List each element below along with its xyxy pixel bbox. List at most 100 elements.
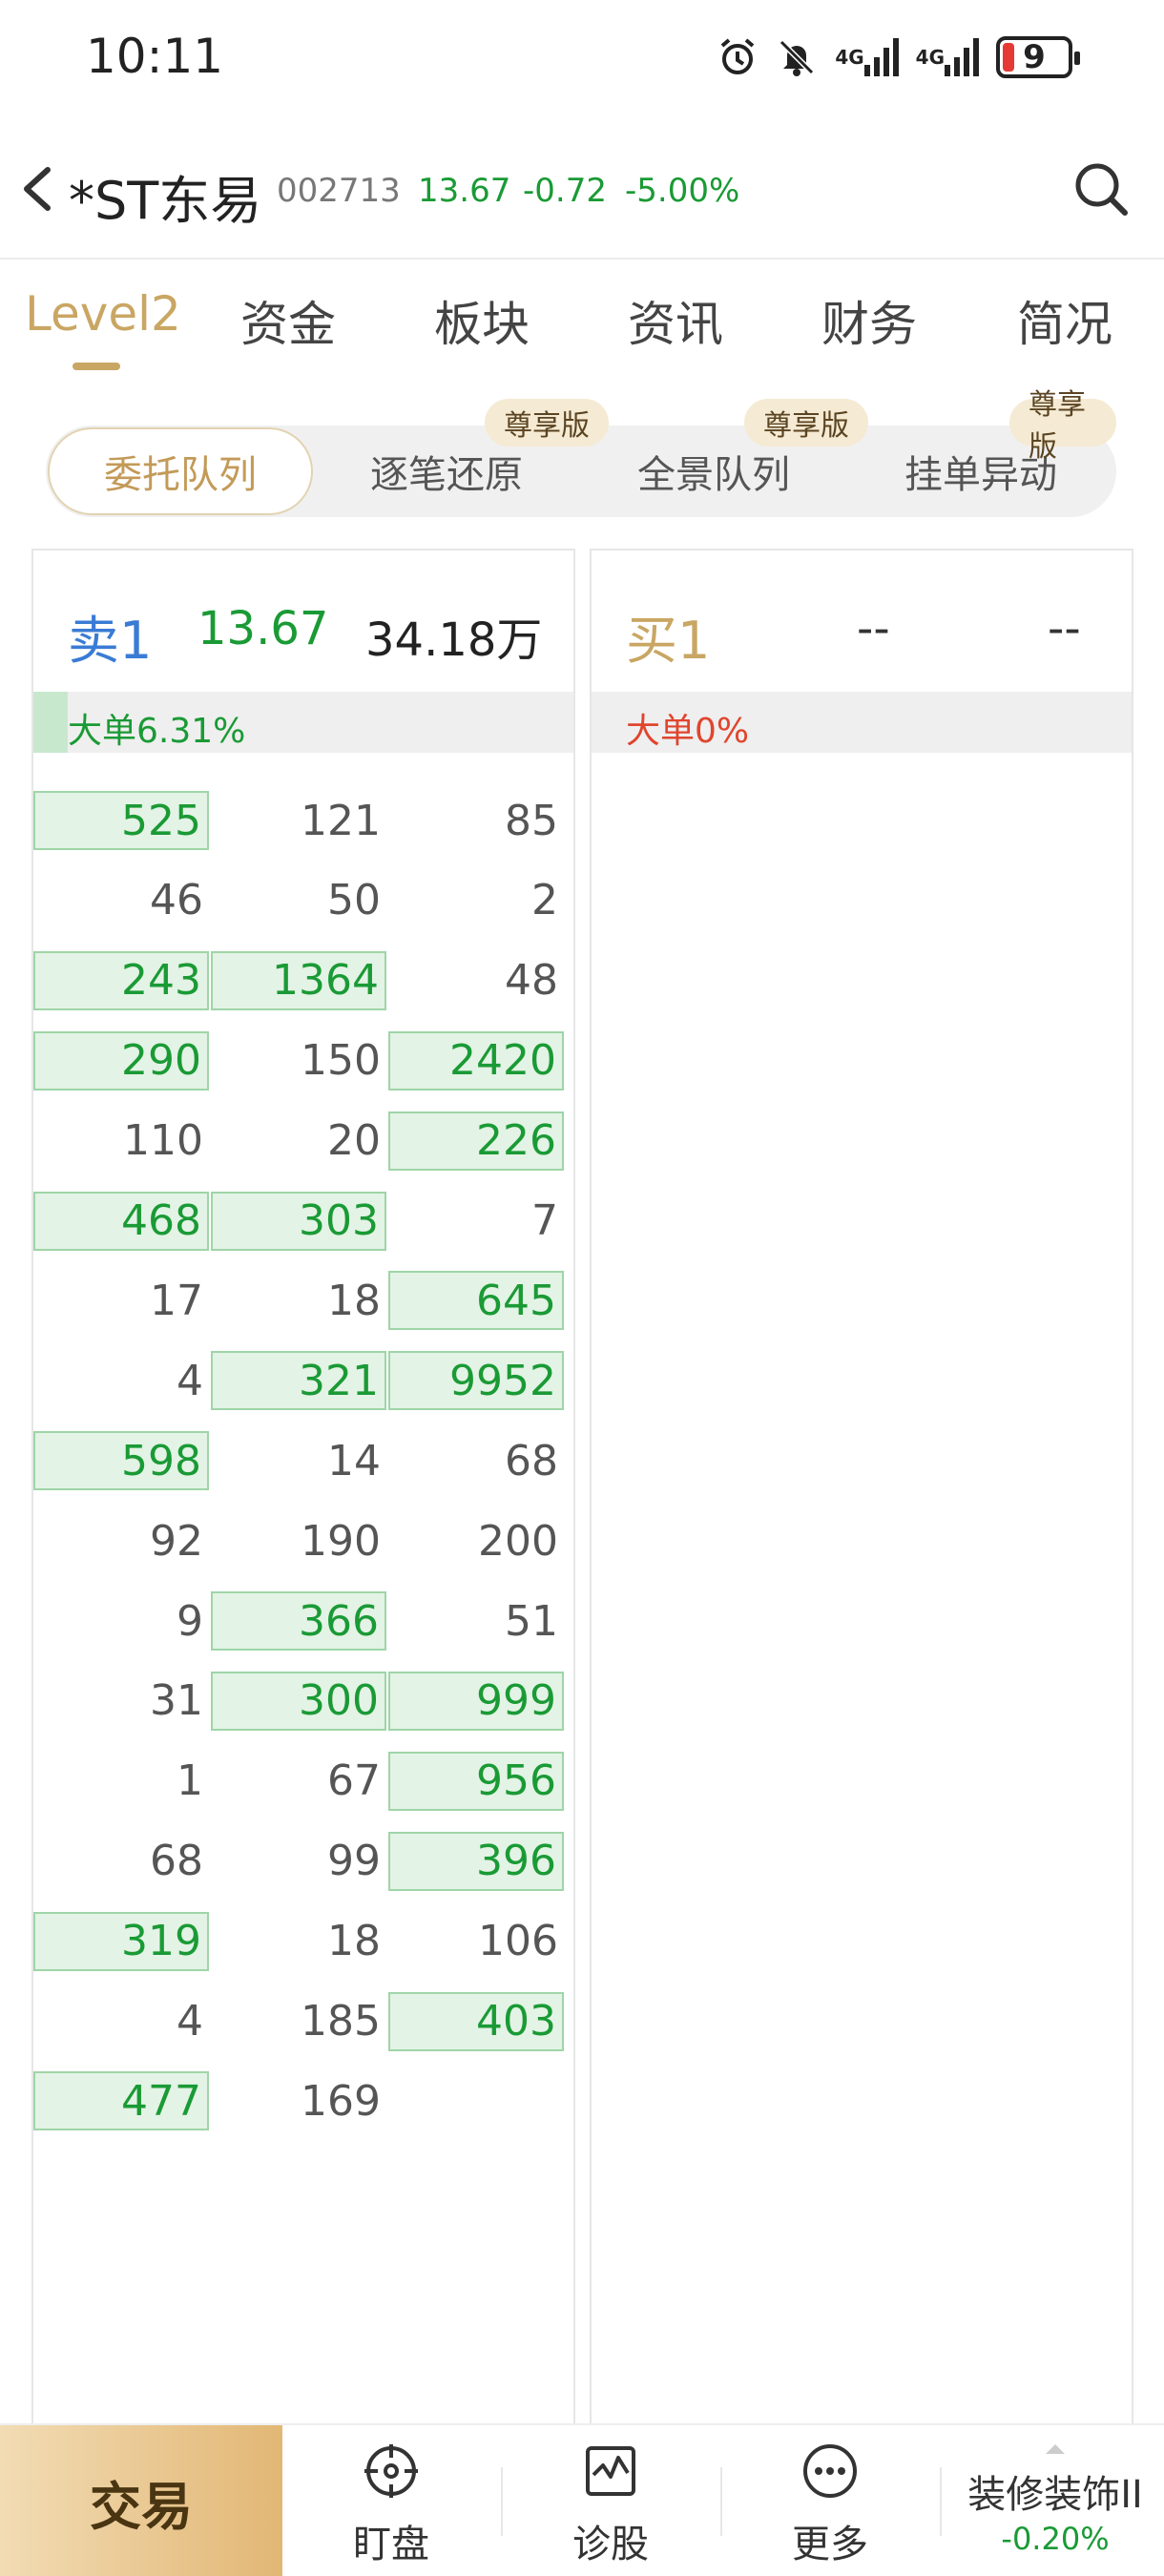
queue-order-cell: 396	[388, 1831, 564, 1891]
queue-order-cell: 525	[33, 791, 209, 850]
sell-big-order-bar: 大单6.31%	[33, 692, 573, 753]
queue-order-cell: 2420	[388, 1030, 564, 1091]
nav-divider	[940, 2467, 942, 2536]
buy-big-order-text: 大单0%	[626, 712, 750, 751]
buy1-price: --	[857, 602, 890, 655]
queue-order-cell: 366	[211, 1591, 386, 1651]
queue-order-cell: 121	[301, 796, 381, 845]
premium-badge: 尊享版	[485, 399, 609, 447]
queue-order-cell: 48	[505, 956, 558, 1006]
queue-order-cell: 645	[388, 1271, 564, 1331]
queue-order-cell: 319	[33, 1911, 209, 1971]
status-icons: 4G 4G 9	[717, 34, 1080, 80]
queue-order-cell: 18	[327, 1917, 381, 1966]
queue-order-cell: 17	[150, 1276, 203, 1325]
queue-order-cell: 185	[301, 1997, 381, 2046]
stock-price: 13.67	[418, 172, 511, 210]
queue-order-cell: 290	[33, 1030, 209, 1091]
queue-order-cell: 226	[388, 1111, 564, 1171]
buy1-volume: --	[1048, 602, 1081, 655]
queue-order-cell: 300	[211, 1671, 386, 1731]
sell-big-order-fill	[33, 692, 68, 753]
tab-profile[interactable]: 简况	[1017, 286, 1112, 355]
more-dots-icon	[803, 2444, 857, 2498]
segment-order-queue[interactable]: 委托队列	[48, 427, 313, 515]
queue-order-cell: 46	[150, 876, 203, 925]
trade-button[interactable]: 交易	[0, 2425, 282, 2576]
tab-news[interactable]: 资讯	[628, 286, 723, 355]
expand-up-icon	[1046, 2444, 1065, 2454]
queue-order-cell: 321	[211, 1351, 386, 1411]
queue-order-cell: 1	[177, 1756, 203, 1806]
queue-order-cell: 403	[388, 1991, 564, 2051]
sell-big-order-text: 大单6.31%	[68, 712, 246, 751]
queue-order-cell: 598	[33, 1431, 209, 1491]
alarm-icon	[717, 36, 759, 78]
nav-watch[interactable]: 盯盘	[296, 2425, 487, 2576]
queue-order-cell: 1364	[211, 950, 386, 1010]
queue-order-cell: 67	[327, 1756, 381, 1806]
back-arrow-icon	[24, 167, 51, 211]
battery-icon: 9	[996, 36, 1080, 78]
queue-order-cell: 68	[150, 1837, 203, 1886]
signal-icon-2: 4G	[916, 38, 979, 76]
queue-order-cell: 169	[301, 2076, 381, 2126]
header-divider	[0, 258, 1164, 260]
queue-order-cell: 2	[531, 876, 558, 925]
buy-queue-panel: 买1 -- -- 大单0%	[590, 549, 1133, 2576]
search-button[interactable]	[1072, 160, 1130, 218]
queue-order-cell: 14	[327, 1436, 381, 1485]
queue-order-cell: 150	[301, 1036, 381, 1086]
tab-sector[interactable]: 板块	[434, 286, 530, 355]
tab-level2[interactable]: Level2	[25, 286, 181, 342]
stock-name: *ST东易	[69, 171, 262, 231]
queue-order-cell: 85	[505, 796, 558, 845]
active-tab-indicator	[73, 363, 120, 370]
nav-diagnose[interactable]: 诊股	[515, 2425, 706, 2576]
queue-order-cell: 99	[327, 1837, 381, 1886]
search-icon	[1075, 163, 1128, 216]
buy1-label: 买1	[626, 611, 711, 671]
nav-more-label: 更多	[792, 2523, 868, 2566]
queue-order-cell: 468	[33, 1191, 209, 1251]
queue-order-cell: 50	[327, 876, 381, 925]
buy-big-order-bar: 大单0%	[592, 692, 1132, 753]
queue-order-cell: 31	[150, 1676, 203, 1726]
sell1-label: 卖1	[68, 611, 153, 671]
nav-diagnose-label: 诊股	[572, 2523, 649, 2566]
nav-more[interactable]: 更多	[735, 2425, 925, 2576]
target-icon	[364, 2444, 418, 2498]
sector-name: 装修装饰II	[967, 2473, 1143, 2517]
queue-order-cell: 4	[177, 1997, 203, 2046]
nav-divider	[501, 2467, 503, 2536]
queue-order-cell: 110	[123, 1116, 203, 1166]
queue-order-cell: 18	[327, 1276, 381, 1325]
queue-order-cell: 200	[478, 1516, 558, 1566]
premium-badge: 尊享版	[1009, 388, 1116, 464]
status-bar: 10:11 4G 4G 9	[0, 0, 1164, 114]
nav-watch-label: 盯盘	[353, 2523, 429, 2566]
battery-level: 9	[1023, 38, 1046, 76]
queue-order-cell: 20	[327, 1116, 381, 1166]
back-button[interactable]	[13, 162, 61, 216]
sell1-price: 13.67	[197, 602, 329, 655]
mute-bell-icon	[776, 36, 818, 78]
tab-bar: Level2 资金 板块 资讯 财务 简况	[0, 286, 1164, 382]
tab-finance[interactable]: 财务	[821, 286, 917, 355]
sector-ticker[interactable]: 装修装饰II -0.20%	[946, 2425, 1164, 2576]
tab-funds[interactable]: 资金	[240, 286, 336, 355]
signal-icon-1: 4G	[835, 38, 899, 76]
queue-order-cell: 243	[33, 950, 209, 1010]
status-time: 10:11	[86, 29, 224, 84]
queue-order-cell: 4	[177, 1356, 203, 1405]
queue-order-cell: 68	[505, 1436, 558, 1485]
queue-order-cell: 92	[150, 1516, 203, 1566]
bottom-nav: 交易 盯盘 诊股 更多 装修装饰II -0.20%	[0, 2423, 1164, 2576]
stock-code: 002713	[277, 172, 401, 210]
stock-header: *ST东易 002713 13.67 -0.72 -5.00%	[0, 143, 1164, 234]
sector-change-pct: -0.20%	[1001, 2521, 1110, 2557]
stock-change-pct: -5.00%	[625, 172, 740, 210]
queue-order-cell: 303	[211, 1191, 386, 1251]
queue-order-cell: 956	[388, 1751, 564, 1811]
queue-segment-control: 委托队列 逐笔还原 全景队列 挂单异动 尊享版 尊享版 尊享版	[46, 388, 1116, 517]
